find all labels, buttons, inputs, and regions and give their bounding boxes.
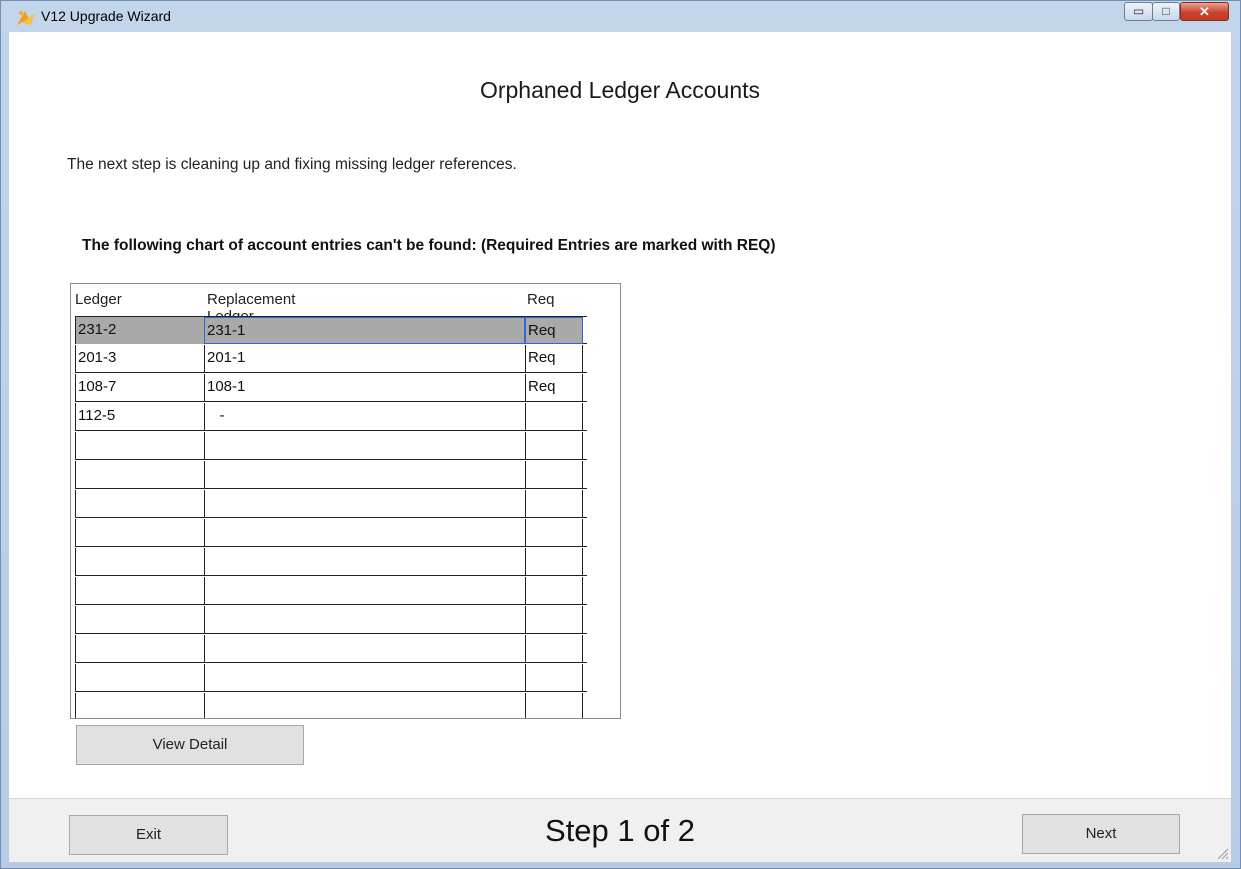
ledger-grid: Ledger Replacement Ledger Req 231-2231-1… bbox=[70, 283, 621, 719]
wizard-hat-icon bbox=[17, 11, 35, 25]
replacement-ledger-cell[interactable] bbox=[204, 577, 525, 604]
req-cell[interactable]: Req bbox=[525, 345, 583, 372]
replacement-ledger-cell[interactable] bbox=[204, 519, 525, 546]
table-row[interactable] bbox=[75, 664, 587, 692]
req-cell[interactable] bbox=[525, 577, 583, 604]
req-cell[interactable]: Req bbox=[525, 374, 583, 401]
replacement-ledger-cell[interactable] bbox=[204, 548, 525, 575]
table-row[interactable] bbox=[75, 432, 587, 460]
next-button[interactable]: Next bbox=[1022, 814, 1180, 854]
table-row[interactable] bbox=[75, 519, 587, 547]
minimize-button[interactable]: ▭ bbox=[1124, 2, 1153, 21]
window-title: V12 Upgrade Wizard bbox=[41, 8, 171, 24]
table-row[interactable]: 231-2 231-1 Req bbox=[75, 316, 587, 344]
page-description: The next step is cleaning up and fixing … bbox=[67, 156, 517, 173]
close-button[interactable]: ✕ bbox=[1180, 2, 1229, 21]
replacement-ledger-cell[interactable] bbox=[204, 490, 525, 517]
replacement-ledger-cell[interactable] bbox=[204, 693, 525, 718]
ledger-cell[interactable] bbox=[75, 519, 204, 546]
req-cell[interactable] bbox=[525, 635, 583, 662]
resize-grip-icon[interactable] bbox=[1215, 846, 1229, 860]
req-cell[interactable] bbox=[525, 519, 583, 546]
req-cell[interactable] bbox=[525, 606, 583, 633]
table-row[interactable] bbox=[75, 693, 587, 718]
req-cell[interactable] bbox=[525, 461, 583, 488]
req-cell[interactable] bbox=[525, 490, 583, 517]
table-row[interactable]: 112-5 - bbox=[75, 403, 587, 431]
table-row[interactable] bbox=[75, 461, 587, 489]
page-title: Orphaned Ledger Accounts bbox=[479, 77, 761, 103]
table-row[interactable] bbox=[75, 577, 587, 605]
ledger-cell[interactable]: 231-2 bbox=[75, 317, 204, 344]
table-row[interactable] bbox=[75, 490, 587, 518]
replacement-ledger-cell[interactable] bbox=[204, 635, 525, 662]
ledger-cell[interactable] bbox=[75, 548, 204, 575]
ledger-cell[interactable] bbox=[75, 693, 204, 718]
table-row[interactable]: 108-7 108-1 Req bbox=[75, 374, 587, 402]
table-row[interactable] bbox=[75, 548, 587, 576]
req-cell[interactable] bbox=[525, 548, 583, 575]
replacement-ledger-cell[interactable] bbox=[204, 461, 525, 488]
ledger-cell[interactable]: 108-7 bbox=[75, 374, 204, 401]
title-bar[interactable]: V12 Upgrade Wizard ▭ □ ✕ bbox=[1, 1, 1240, 31]
replacement-ledger-cell[interactable] bbox=[204, 664, 525, 691]
header-req[interactable]: Req bbox=[527, 291, 555, 308]
replacement-ledger-cell[interactable] bbox=[204, 432, 525, 459]
wizard-window: V12 Upgrade Wizard ▭ □ ✕ Orphaned Ledger… bbox=[0, 0, 1241, 869]
table-row[interactable]: 201-3 201-1 Req bbox=[75, 345, 587, 373]
table-row[interactable] bbox=[75, 606, 587, 634]
wizard-footer: Exit Step 1 of 2 Next bbox=[9, 798, 1231, 862]
ledger-cell[interactable] bbox=[75, 606, 204, 633]
replacement-ledger-cell[interactable] bbox=[204, 606, 525, 633]
chart-label: The following chart of account entries c… bbox=[82, 237, 776, 254]
ledger-cell[interactable] bbox=[75, 461, 204, 488]
ledger-cell[interactable]: 112-5 bbox=[75, 403, 204, 430]
client-area: Orphaned Ledger Accounts The next step i… bbox=[9, 32, 1231, 862]
req-cell[interactable]: Req bbox=[525, 317, 583, 344]
replacement-ledger-cell[interactable]: 108-1 bbox=[204, 374, 525, 401]
table-row[interactable] bbox=[75, 635, 587, 663]
close-icon: ✕ bbox=[1199, 4, 1210, 19]
ledger-cell[interactable] bbox=[75, 490, 204, 517]
replacement-ledger-cell[interactable]: 231-1 bbox=[204, 317, 525, 344]
replacement-ledger-cell[interactable]: 201-1 bbox=[204, 345, 525, 372]
ledger-cell[interactable]: 201-3 bbox=[75, 345, 204, 372]
view-detail-button[interactable]: View Detail bbox=[76, 725, 304, 765]
req-cell[interactable] bbox=[525, 432, 583, 459]
req-cell[interactable] bbox=[525, 403, 583, 430]
ledger-cell[interactable] bbox=[75, 635, 204, 662]
ledger-cell[interactable] bbox=[75, 577, 204, 604]
maximize-button[interactable]: □ bbox=[1152, 2, 1180, 21]
replacement-ledger-cell[interactable]: - bbox=[204, 403, 525, 430]
ledger-cell[interactable] bbox=[75, 664, 204, 691]
req-cell[interactable] bbox=[525, 693, 583, 718]
header-ledger[interactable]: Ledger bbox=[75, 291, 122, 308]
req-cell[interactable] bbox=[525, 664, 583, 691]
maximize-icon: □ bbox=[1162, 4, 1170, 18]
ledger-cell[interactable] bbox=[75, 432, 204, 459]
minimize-icon: ▭ bbox=[1132, 4, 1145, 18]
